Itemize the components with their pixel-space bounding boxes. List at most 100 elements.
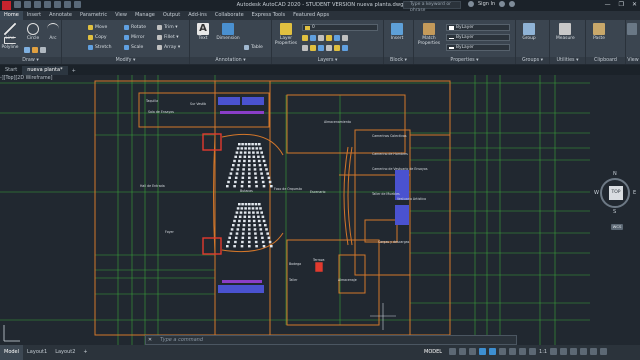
modify-panel-title[interactable]: Modify ▾ (62, 57, 189, 64)
minimize-button[interactable]: — (605, 1, 611, 8)
isolate-objects-icon[interactable] (570, 348, 578, 355)
clipboard-panel-title[interactable]: Clipboard (586, 57, 625, 64)
layer-freeze-icon[interactable] (310, 35, 316, 41)
selection-cycling-icon[interactable] (519, 348, 527, 355)
lineweight-toggle-icon[interactable] (509, 348, 517, 355)
grid-toggle-icon[interactable] (449, 348, 457, 355)
help-icon[interactable] (509, 1, 516, 7)
array-button[interactable]: Array ▾ (157, 43, 180, 51)
groups-panel-title[interactable]: Groups ▾ (516, 57, 549, 64)
annotation-visibility-icon[interactable] (529, 348, 537, 355)
annotation-panel-title[interactable]: Annotation ▾ (190, 57, 271, 64)
layer-isolate-icon[interactable] (326, 35, 332, 41)
group-button[interactable]: Group (520, 23, 538, 41)
workspace-gear-icon[interactable] (550, 348, 558, 355)
file-tab-start[interactable]: Start (0, 66, 22, 75)
annotation-scale[interactable]: 1:1 (539, 349, 547, 355)
close-button[interactable]: ✕ (632, 1, 637, 8)
compass-east[interactable]: E (633, 190, 636, 196)
clean-screen-icon[interactable] (590, 348, 598, 355)
view-panel-title[interactable]: View (626, 57, 640, 64)
utilities-panel-title[interactable]: Utilities ▾ (550, 57, 585, 64)
osnap-toggle-icon[interactable] (489, 348, 497, 355)
layer-on-icon[interactable] (302, 35, 308, 41)
layer-dropdown[interactable]: 0 (302, 24, 378, 31)
cart-icon[interactable] (499, 1, 506, 7)
rotate-button[interactable]: Rotate (124, 23, 146, 31)
draw-panel-title[interactable]: Draw ▾ (0, 57, 61, 64)
layout-tab-model[interactable]: Model (0, 345, 24, 360)
otrack-toggle-icon[interactable] (499, 348, 507, 355)
stretch-button[interactable]: Stretch (88, 43, 112, 51)
tab-featured-apps[interactable]: Featured Apps (289, 11, 333, 20)
rectangle-icon[interactable] (24, 47, 30, 53)
trim-button[interactable]: Trim ▾ (157, 23, 178, 31)
layer-copy-icon[interactable] (342, 45, 348, 51)
insert-button[interactable]: Insert (388, 23, 406, 41)
compass-west[interactable]: W (594, 190, 599, 196)
copy-button[interactable]: Copy (88, 33, 107, 41)
polyline-button[interactable]: Polyline (1, 37, 19, 50)
arc-button[interactable]: Arc (44, 23, 62, 41)
paste-button[interactable]: Paste (590, 23, 608, 41)
viewcube-top-face[interactable]: TOP (609, 186, 623, 200)
layer-match-icon[interactable] (342, 35, 348, 41)
ellipse-icon[interactable] (40, 47, 46, 53)
compass-north[interactable]: N (613, 171, 617, 177)
file-tab-nueva-planta[interactable]: nueva planta* (22, 66, 68, 75)
wcs-menu[interactable]: WCS (611, 224, 623, 230)
add-layout-button[interactable]: + (79, 345, 91, 360)
layer-unlock-icon[interactable] (326, 45, 332, 51)
mirror-button[interactable]: Mirror (124, 33, 145, 41)
measure-button[interactable]: Measure (556, 23, 575, 41)
snap-toggle-icon[interactable] (459, 348, 467, 355)
hardware-acceleration-icon[interactable] (580, 348, 588, 355)
command-input[interactable]: Type a command (154, 337, 203, 343)
view-cube[interactable]: N S W E TOP WCS (594, 169, 640, 239)
dimension-button[interactable]: Dimension (216, 23, 240, 41)
layer-walk-icon[interactable] (334, 35, 340, 41)
linetype-dropdown[interactable]: ByLayer (446, 34, 510, 41)
block-panel-title[interactable]: Block ▾ (384, 57, 413, 64)
tab-parametric[interactable]: Parametric (76, 11, 111, 20)
layer-current-icon[interactable] (334, 45, 340, 51)
move-button[interactable]: Move (88, 23, 107, 31)
hatch-icon[interactable] (32, 47, 38, 53)
model-space-toggle[interactable]: MODEL (424, 349, 446, 355)
layers-panel-title[interactable]: Layers ▾ (272, 57, 383, 64)
layer-thaw-icon[interactable] (318, 45, 324, 51)
search-input[interactable]: Type a keyword or phrase (403, 1, 461, 13)
layer-properties-button[interactable]: Layer Properties (274, 23, 298, 46)
compass-south[interactable]: S (613, 209, 616, 215)
command-line[interactable]: ✕ Type a command (145, 335, 517, 345)
view-button[interactable] (626, 23, 638, 36)
layer-off-icon[interactable] (310, 45, 316, 51)
tab-manage[interactable]: Manage (131, 11, 159, 20)
sign-in-link[interactable]: Sign In (478, 1, 495, 7)
layer-previous-icon[interactable] (302, 45, 308, 51)
tab-express-tools[interactable]: Express Tools (248, 11, 289, 20)
close-command-line-icon[interactable]: ✕ (146, 337, 154, 343)
properties-panel-title[interactable]: Properties ▾ (414, 57, 515, 64)
circle-button[interactable]: Circle (24, 23, 42, 41)
table-button[interactable]: Table (244, 43, 263, 51)
ortho-toggle-icon[interactable] (469, 348, 477, 355)
tab-add-ins[interactable]: Add-ins (184, 11, 211, 20)
customization-menu-icon[interactable] (600, 348, 608, 355)
scale-button[interactable]: Scale (124, 43, 143, 51)
polar-toggle-icon[interactable] (479, 348, 487, 355)
color-dropdown[interactable]: ByLayer (446, 24, 510, 31)
new-tab-button[interactable]: + (68, 67, 80, 75)
lineweight-dropdown[interactable]: ByLayer (446, 44, 510, 51)
tab-annotate[interactable]: Annotate (45, 11, 76, 20)
text-button[interactable]: A Text (194, 23, 212, 41)
tab-output[interactable]: Output (159, 11, 184, 20)
layout-tab-layout2[interactable]: Layout2 (51, 345, 79, 360)
match-properties-button[interactable]: Match Properties (416, 23, 442, 46)
drawing-canvas[interactable]: -][Top][2D Wireframe] Taquilla Sur Vesti… (0, 75, 640, 345)
tab-insert[interactable]: Insert (23, 11, 45, 20)
annotation-monitor-icon[interactable] (560, 348, 568, 355)
tab-view[interactable]: View (111, 11, 131, 20)
tab-collaborate[interactable]: Collaborate (211, 11, 248, 20)
tab-home[interactable]: Home (0, 11, 23, 20)
